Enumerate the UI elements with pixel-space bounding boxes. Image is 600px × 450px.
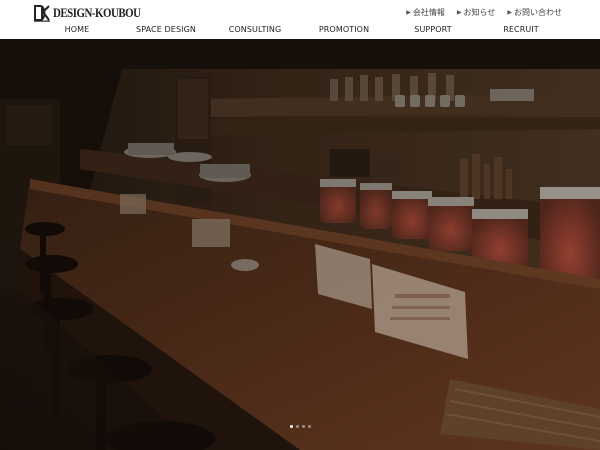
slider-dot-3[interactable] (301, 425, 305, 428)
hero-photo-restaurant-bar (0, 39, 600, 450)
util-link-contact[interactable]: ▶ お問い合わせ (507, 7, 562, 18)
slider-dot-1[interactable] (289, 425, 293, 428)
nav-item-support[interactable]: SUPPORT (414, 25, 451, 34)
triangle-right-icon: ▶ (406, 9, 411, 16)
slider-dot-2[interactable] (295, 425, 299, 428)
util-link-news[interactable]: ▶ お知らせ (457, 7, 495, 18)
util-link-company[interactable]: ▶ 会社情報 (406, 7, 445, 18)
util-link-label: 会社情報 (412, 8, 445, 17)
slider-dot-4[interactable] (307, 425, 311, 428)
logo-text: DESIGN-KOUBOU (53, 5, 141, 20)
nav-item-promotion[interactable]: PROMOTION (319, 25, 369, 34)
triangle-right-icon: ▶ (456, 9, 462, 16)
nav-item-recruit[interactable]: RECRUIT (503, 25, 539, 34)
site-logo[interactable]: DESIGN-KOUBOU (33, 4, 157, 22)
nav-item-consulting[interactable]: CONSULTING (229, 25, 282, 34)
utility-links: ▶ 会社情報 ▶ お知らせ ▶ お問い合わせ (406, 7, 562, 18)
global-nav: HOME SPACE DESIGN CONSULTING PROMOTION S… (0, 24, 600, 38)
hero-slider[interactable] (0, 39, 600, 450)
site-header: DESIGN-KOUBOU ▶ 会社情報 ▶ お知らせ ▶ お問い合わせ HOM… (0, 0, 600, 39)
triangle-right-icon: ▶ (507, 9, 512, 16)
util-link-label: お知らせ (463, 8, 496, 17)
nav-item-home[interactable]: HOME (65, 25, 90, 34)
util-link-label: お問い合わせ (514, 8, 562, 17)
dk-logo-mark-icon (34, 5, 50, 22)
slider-pagination (0, 425, 600, 428)
nav-item-space-design[interactable]: SPACE DESIGN (136, 25, 196, 34)
